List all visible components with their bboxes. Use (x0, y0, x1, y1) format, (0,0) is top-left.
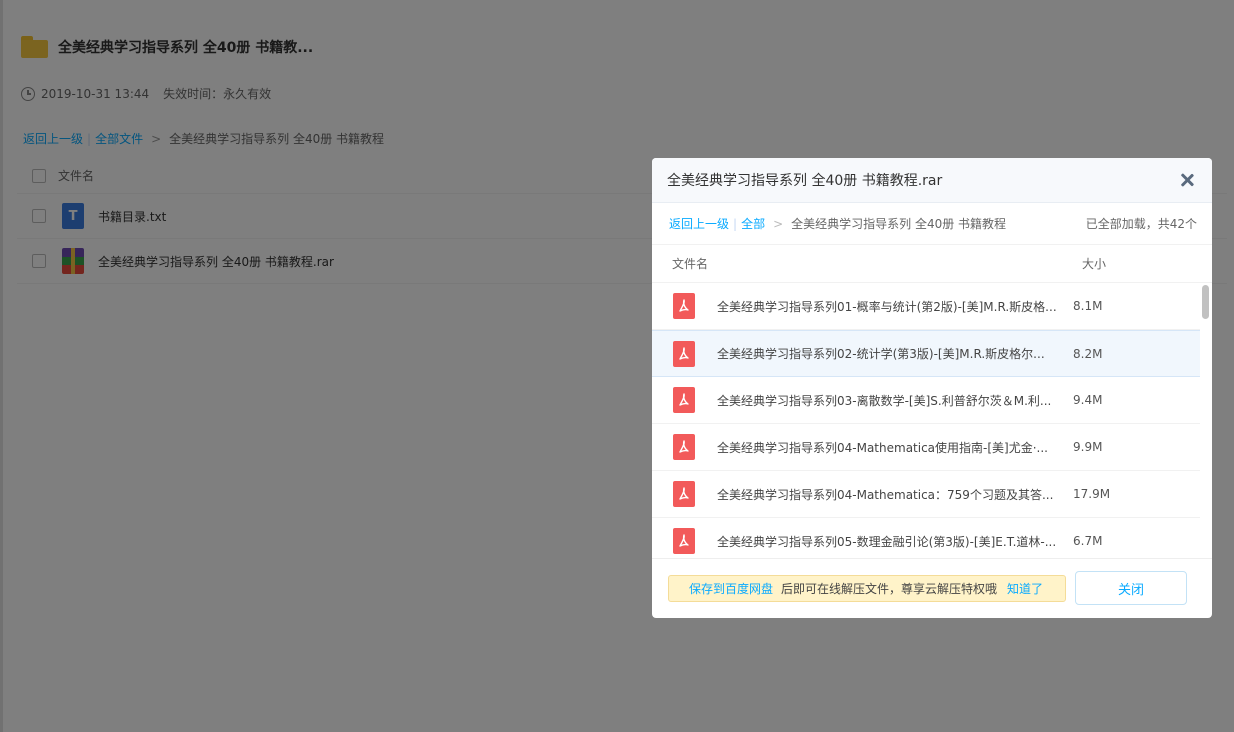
archive-file-name: 全美经典学习指导系列04-Mathematica：759个习题及其答... (717, 487, 1054, 502)
archive-preview-dialog: 全美经典学习指导系列 全40册 书籍教程.rar 返回上一级 | 全部 > 全美… (652, 158, 1212, 618)
pdf-file-icon (673, 387, 695, 413)
dialog-breadcrumb-separator: | (733, 216, 738, 231)
pdf-file-icon (673, 481, 695, 507)
archive-file-size: 8.2M (1073, 346, 1103, 361)
scrollbar[interactable] (1201, 283, 1209, 558)
dialog-back-link[interactable]: 返回上一级 (669, 215, 729, 232)
archive-file-row[interactable]: 全美经典学习指导系列04-Mathematica使用指南-[美]尤金·... 9.… (652, 424, 1200, 471)
pdf-file-icon (673, 293, 695, 319)
archive-file-size: 17.9M (1073, 487, 1111, 501)
archive-file-row[interactable]: 全美经典学习指导系列04-Mathematica：759个习题及其答... 17.… (652, 471, 1200, 518)
dialog-header: 全美经典学习指导系列 全40册 书籍教程.rar (652, 158, 1212, 203)
archive-file-name: 全美经典学习指导系列04-Mathematica使用指南-[美]尤金·... (717, 440, 1048, 455)
archive-file-name: 全美经典学习指导系列05-数理金融引论(第3版)-[美]E.T.道林-... (717, 534, 1057, 549)
dialog-current-path: 全美经典学习指导系列 全40册 书籍教程 (791, 217, 1007, 231)
archive-file-size: 9.9M (1073, 440, 1103, 454)
dialog-footer: 保存到百度网盘 后即可在线解压文件，尊享云解压特权哦 知道了 关闭 (652, 558, 1212, 618)
loaded-count: 已全部加载，共42个 (1085, 217, 1197, 231)
close-icon[interactable] (1178, 171, 1196, 189)
column-size: 大小 (1082, 257, 1107, 271)
save-tip-banner: 保存到百度网盘 后即可在线解压文件，尊享云解压特权哦 知道了 (668, 575, 1066, 602)
got-it-link[interactable]: 知道了 (1007, 580, 1043, 597)
archive-file-list[interactable]: 全美经典学习指导系列01-概率与统计(第2版)-[美]M.R.斯皮格... 8.1… (652, 283, 1200, 558)
pdf-file-icon (673, 528, 695, 554)
scrollbar-thumb[interactable] (1202, 285, 1209, 319)
close-button[interactable]: 关闭 (1075, 571, 1187, 605)
dialog-breadcrumb-arrow: > (773, 216, 784, 231)
dialog-all-link[interactable]: 全部 (741, 215, 765, 232)
column-filename: 文件名 (672, 257, 709, 271)
dialog-column-header: 文件名 大小 (652, 245, 1212, 283)
dialog-title: 全美经典学习指导系列 全40册 书籍教程.rar (667, 173, 943, 189)
pdf-file-icon (673, 434, 695, 460)
save-to-netdisk-link[interactable]: 保存到百度网盘 (689, 580, 773, 597)
archive-file-row[interactable]: 全美经典学习指导系列02-统计学(第3版)-[美]M.R.斯皮格尔... 8.2M (652, 330, 1200, 377)
archive-file-name: 全美经典学习指导系列02-统计学(第3版)-[美]M.R.斯皮格尔... (717, 347, 1045, 361)
archive-file-row[interactable]: 全美经典学习指导系列01-概率与统计(第2版)-[美]M.R.斯皮格... 8.1… (652, 283, 1200, 330)
archive-file-name: 全美经典学习指导系列01-概率与统计(第2版)-[美]M.R.斯皮格... (717, 299, 1057, 314)
dialog-breadcrumb: 返回上一级 | 全部 > 全美经典学习指导系列 全40册 书籍教程 已全部加载，… (652, 203, 1212, 245)
tip-description: 后即可在线解压文件，尊享云解压特权哦 (781, 582, 998, 596)
archive-file-row[interactable]: 全美经典学习指导系列05-数理金融引论(第3版)-[美]E.T.道林-... 6.… (652, 518, 1200, 558)
archive-file-size: 9.4M (1073, 393, 1103, 407)
archive-file-name: 全美经典学习指导系列03-离散数学-[美]S.利普舒尔茨＆M.利... (717, 393, 1052, 408)
pdf-file-icon (673, 340, 695, 367)
archive-file-size: 6.7M (1073, 534, 1103, 548)
archive-file-row[interactable]: 全美经典学习指导系列03-离散数学-[美]S.利普舒尔茨＆M.利... 9.4M (652, 377, 1200, 424)
archive-file-size: 8.1M (1073, 299, 1103, 313)
